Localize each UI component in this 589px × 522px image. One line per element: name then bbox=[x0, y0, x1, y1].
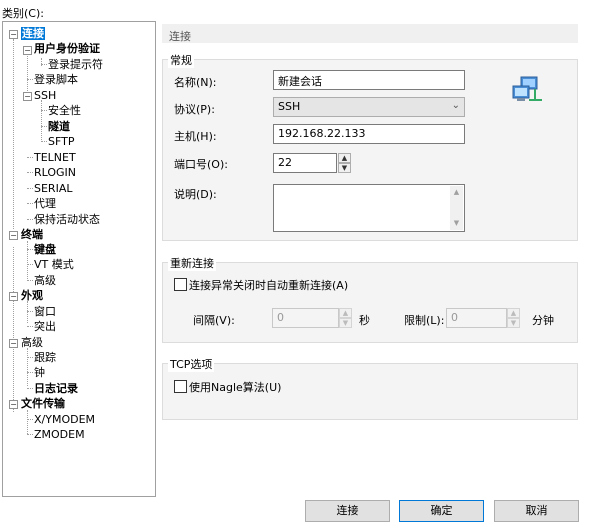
tree-item-terminal-advanced[interactable]: 高级 bbox=[34, 273, 56, 288]
category-label: 类别(C): bbox=[2, 7, 44, 20]
tree-item-logging[interactable]: 日志记录 bbox=[34, 381, 78, 396]
tree-item-tunnels[interactable]: 隧道 bbox=[48, 119, 70, 134]
collapse-icon[interactable]: − bbox=[9, 30, 18, 39]
limit-field[interactable]: 0 bbox=[446, 308, 507, 328]
nagle-label[interactable]: 使用Nagle算法(U) bbox=[189, 379, 281, 395]
tree-item-authentication[interactable]: 用户身份验证 bbox=[34, 41, 100, 56]
description-field[interactable]: ▲ ▼ bbox=[273, 184, 465, 232]
tree-item-zmodem[interactable]: ZMODEM bbox=[34, 427, 85, 442]
general-group-title: 常规 bbox=[168, 52, 194, 68]
collapse-icon[interactable]: − bbox=[9, 231, 18, 240]
reconnect-group bbox=[162, 262, 578, 343]
host-label: 主机(H): bbox=[174, 130, 217, 143]
tree-item-advanced[interactable]: 高级 bbox=[21, 335, 43, 350]
protocol-label: 协议(P): bbox=[174, 103, 215, 116]
chevron-down-icon: ⌄ bbox=[451, 100, 460, 111]
tree-item-keyboard[interactable]: 键盘 bbox=[34, 242, 56, 257]
tree-item-login-prompts[interactable]: 登录提示符 bbox=[48, 57, 103, 72]
tree-item-security[interactable]: 安全性 bbox=[48, 103, 81, 118]
reconnect-group-title: 重新连接 bbox=[168, 255, 216, 271]
description-label: 说明(D): bbox=[174, 188, 217, 201]
tcp-group-title: TCP选项 bbox=[168, 356, 215, 372]
limit-label: 限制(L): bbox=[404, 314, 445, 327]
tree-item-ssh[interactable]: SSH bbox=[34, 88, 56, 103]
collapse-icon[interactable]: − bbox=[9, 292, 18, 301]
collapse-icon[interactable]: − bbox=[23, 46, 32, 55]
protocol-select[interactable]: SSH ⌄ bbox=[273, 97, 465, 117]
interval-field[interactable]: 0 bbox=[272, 308, 339, 328]
interval-up-icon[interactable]: ▲ bbox=[339, 308, 352, 318]
panel-header bbox=[162, 24, 578, 44]
auto-reconnect-checkbox[interactable] bbox=[174, 278, 187, 291]
interval-down-icon[interactable]: ▼ bbox=[339, 318, 352, 328]
protocol-value: SSH bbox=[278, 100, 301, 113]
network-computers-icon bbox=[512, 76, 542, 101]
tree-item-xymodem[interactable]: X/YMODEM bbox=[34, 412, 95, 427]
description-scrollbar[interactable]: ▲ ▼ bbox=[450, 186, 463, 230]
tree-item-login-scripts[interactable]: 登录脚本 bbox=[34, 72, 78, 87]
tree-item-highlight[interactable]: 突出 bbox=[34, 319, 56, 334]
limit-up-icon[interactable]: ▲ bbox=[507, 308, 520, 318]
tree-item-window[interactable]: 窗口 bbox=[34, 304, 56, 319]
collapse-icon[interactable]: − bbox=[9, 400, 18, 409]
tree-item-trace[interactable]: 跟踪 bbox=[34, 350, 56, 365]
tree-item-bell[interactable]: 钟 bbox=[34, 365, 45, 380]
interval-label: 间隔(V): bbox=[193, 314, 235, 327]
collapse-icon[interactable]: − bbox=[23, 92, 32, 101]
tree-item-appearance[interactable]: 外观 bbox=[21, 288, 43, 303]
tree-item-connection[interactable]: 连接 bbox=[21, 26, 45, 41]
limit-unit: 分钟 bbox=[532, 314, 554, 327]
host-field[interactable]: 192.168.22.133 bbox=[273, 124, 465, 144]
interval-unit: 秒 bbox=[359, 314, 370, 327]
name-field[interactable]: 新建会话 bbox=[273, 70, 465, 90]
category-tree[interactable]: − 连接 − 用户身份验证 登录提示符 登录脚本 − SSH 安全性 隧道 SF… bbox=[2, 21, 156, 497]
scroll-down-icon[interactable]: ▼ bbox=[450, 217, 463, 230]
tree-item-terminal[interactable]: 终端 bbox=[21, 227, 43, 242]
collapse-icon[interactable]: − bbox=[9, 339, 18, 348]
tree-item-rlogin[interactable]: RLOGIN bbox=[34, 165, 76, 180]
cancel-button[interactable]: 取消 bbox=[494, 500, 579, 522]
name-label: 名称(N): bbox=[174, 76, 217, 89]
tree-item-file-transfer[interactable]: 文件传输 bbox=[21, 396, 65, 411]
panel-title: 连接 bbox=[169, 30, 191, 43]
port-field[interactable]: 22 bbox=[273, 153, 337, 173]
ok-button[interactable]: 确定 bbox=[399, 500, 484, 522]
tree-item-telnet[interactable]: TELNET bbox=[34, 150, 76, 165]
scroll-up-icon[interactable]: ▲ bbox=[450, 186, 463, 199]
auto-reconnect-label[interactable]: 连接异常关闭时自动重新连接(A) bbox=[189, 277, 348, 293]
tree-item-keep-alive[interactable]: 保持活动状态 bbox=[34, 212, 100, 227]
port-down-icon[interactable]: ▼ bbox=[338, 163, 351, 173]
port-label: 端口号(O): bbox=[174, 158, 228, 171]
connect-button[interactable]: 连接 bbox=[305, 500, 390, 522]
nagle-checkbox[interactable] bbox=[174, 380, 187, 393]
tree-item-serial[interactable]: SERIAL bbox=[34, 181, 72, 196]
tree-item-sftp[interactable]: SFTP bbox=[48, 134, 74, 149]
tree-item-vt-mode[interactable]: VT 模式 bbox=[34, 257, 74, 272]
tree-item-proxy[interactable]: 代理 bbox=[34, 196, 56, 211]
limit-down-icon[interactable]: ▼ bbox=[507, 318, 520, 328]
port-up-icon[interactable]: ▲ bbox=[338, 153, 351, 163]
